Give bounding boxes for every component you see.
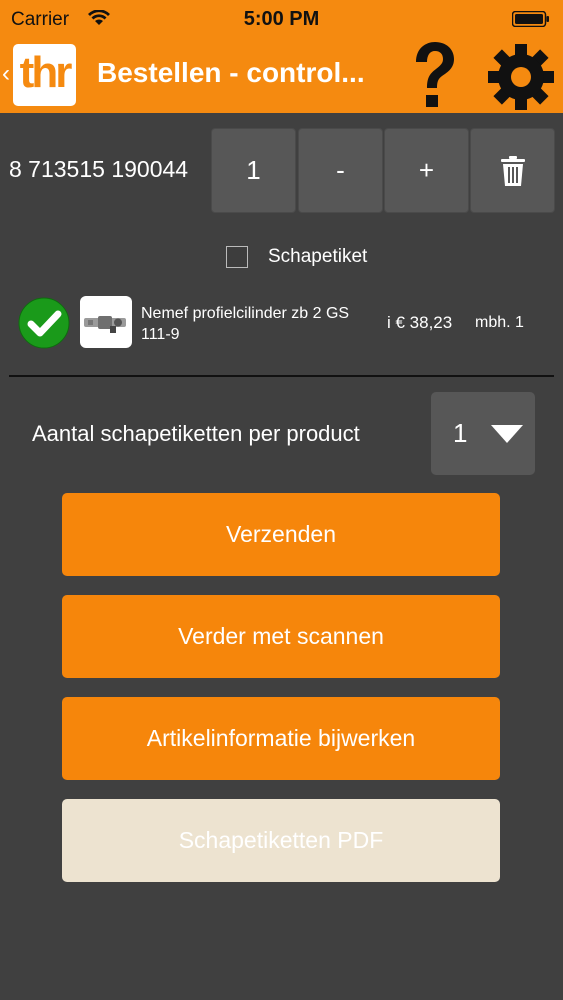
shelf-labels-pdf-button[interactable]: Schapetiketten PDF bbox=[62, 799, 500, 882]
cylinder-lock-icon bbox=[84, 316, 126, 333]
delete-button[interactable] bbox=[470, 128, 555, 213]
product-thumbnail bbox=[80, 296, 132, 348]
battery-icon bbox=[512, 11, 549, 27]
product-name: Nemef profielcilinder zb 2 GS 111-9 bbox=[141, 305, 350, 343]
gear-icon[interactable] bbox=[486, 42, 556, 112]
page-title: Bestellen - control... bbox=[97, 57, 365, 88]
product-unit: mbh. 1 bbox=[475, 314, 524, 331]
schapetiket-option[interactable]: Schapetiket bbox=[226, 245, 367, 269]
send-button[interactable]: Verzenden bbox=[62, 493, 500, 576]
chevron-down-icon bbox=[491, 425, 523, 443]
status-bar: Carrier 5:00 PM bbox=[0, 0, 563, 38]
labels-per-product-select[interactable]: 1 bbox=[431, 392, 535, 475]
schapetiket-checkbox[interactable] bbox=[226, 246, 248, 268]
minus-button[interactable]: - bbox=[298, 128, 383, 213]
schapetiket-label: Schapetiket bbox=[268, 246, 368, 267]
select-value: 1 bbox=[453, 418, 468, 448]
chevron-left-icon[interactable]: ‹ bbox=[2, 60, 10, 88]
logo[interactable]: thr bbox=[13, 44, 76, 106]
top-bar: Carrier 5:00 PM ‹ thr Bestellen - contro… bbox=[0, 0, 563, 113]
labels-per-product-label: Aantal schapetiketten per product bbox=[32, 421, 360, 446]
quantity-field[interactable]: 1 bbox=[211, 128, 296, 213]
question-mark-icon[interactable] bbox=[404, 40, 464, 110]
barcode-label: 8 713515 190044 bbox=[9, 156, 189, 182]
update-article-info-button[interactable]: Artikelinformatie bijwerken bbox=[62, 697, 500, 780]
divider bbox=[9, 375, 554, 377]
plus-button[interactable]: + bbox=[384, 128, 469, 213]
trash-icon bbox=[500, 155, 525, 186]
product-price: i € 38,23 bbox=[387, 313, 453, 332]
status-time: 5:00 PM bbox=[243, 8, 320, 30]
continue-scanning-button[interactable]: Verder met scannen bbox=[62, 595, 500, 678]
checkmark-circle-icon bbox=[18, 297, 70, 349]
